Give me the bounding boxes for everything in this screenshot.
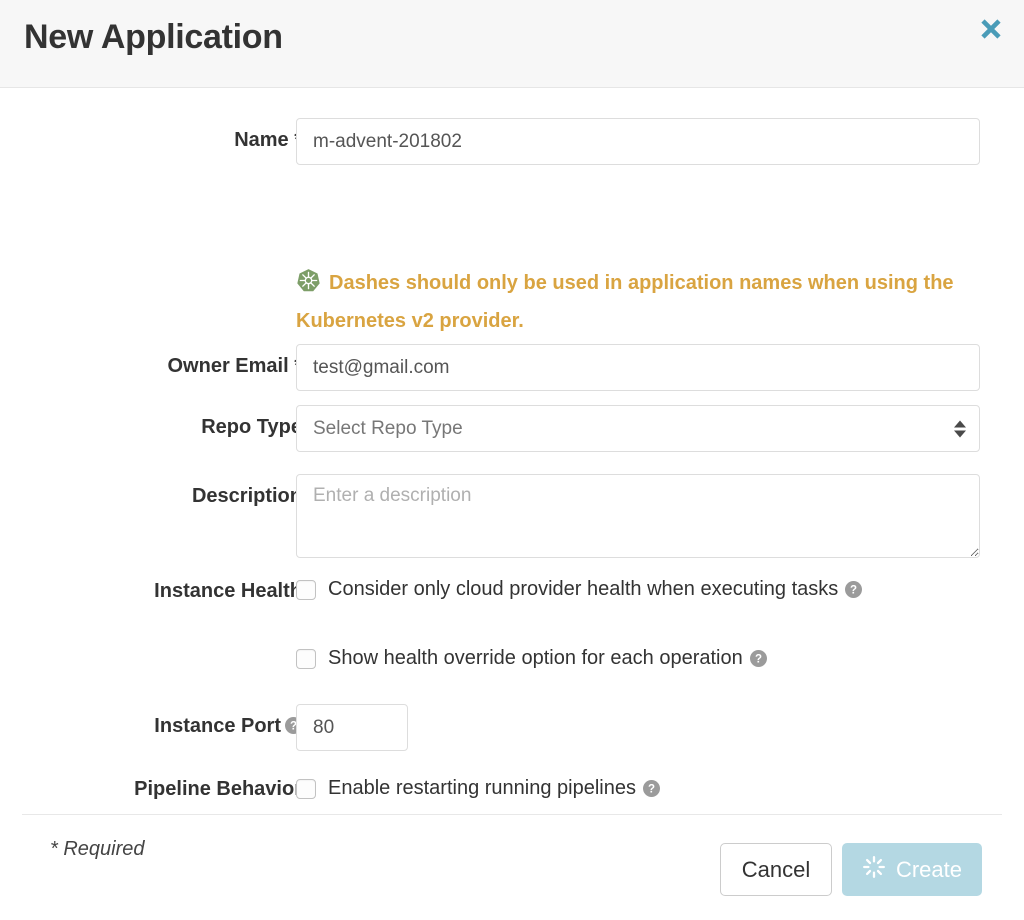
cloud-provider-health-label: Consider only cloud provider health when… — [328, 578, 839, 600]
instance-port-label-text: Instance Port — [154, 715, 281, 737]
page-title: New Application — [24, 18, 283, 56]
owner-email-field-wrap — [296, 344, 980, 391]
description-textarea[interactable] — [296, 474, 980, 558]
checkbox-row-health-override[interactable]: Show health override option for each ope… — [296, 647, 767, 670]
instance-port-input[interactable] — [296, 704, 408, 751]
spinner-icon — [862, 855, 886, 885]
footer-divider — [22, 814, 1002, 815]
description-label: Description — [191, 485, 302, 507]
repo-type-field-wrap: Select Repo Type — [296, 405, 980, 452]
name-warning-text: Dashes should only be used in applicatio… — [296, 272, 954, 332]
cancel-button[interactable]: Cancel — [720, 843, 832, 896]
name-field-wrap — [296, 118, 980, 165]
kubernetes-icon — [296, 268, 321, 304]
new-application-modal: New Application Name * m-advent-201802 D… — [0, 0, 1024, 920]
name-warning-message: Dashes should only be used in applicatio… — [296, 266, 986, 338]
instance-port-label: Instance Port ? — [12, 715, 302, 738]
help-icon[interactable]: ? — [845, 581, 863, 598]
cancel-button-label: Cancel — [741, 856, 811, 882]
help-icon[interactable]: ? — [749, 650, 767, 667]
close-icon — [978, 16, 1004, 42]
name-input[interactable] — [296, 118, 980, 165]
checkbox-row-cloud-provider-health[interactable]: Consider only cloud provider health when… — [296, 578, 863, 601]
instance-health-label: Instance Health — [154, 580, 302, 602]
owner-email-input[interactable] — [296, 344, 980, 391]
pipeline-behavior-label: Pipeline Behavior — [134, 778, 302, 800]
svg-text:?: ? — [755, 654, 762, 666]
restart-pipelines-label: Enable restarting running pipelines — [328, 777, 636, 799]
create-button[interactable]: Create — [842, 843, 982, 896]
health-override-label: Show health override option for each ope… — [328, 647, 743, 669]
close-button[interactable] — [974, 12, 1008, 46]
svg-text:?: ? — [850, 585, 857, 597]
description-field-wrap — [296, 474, 980, 563]
restart-pipelines-checkbox[interactable] — [296, 778, 316, 799]
svg-text:?: ? — [648, 784, 655, 796]
help-icon[interactable]: ? — [642, 780, 660, 797]
create-button-label: Create — [895, 856, 963, 882]
modal-body: Name * m-advent-201802 Dashes should onl… — [0, 88, 1024, 860]
owner-email-label: Owner Email * — [167, 355, 303, 377]
instance-port-field-wrap — [296, 704, 408, 751]
modal-footer: Cancel Create — [0, 814, 1024, 920]
modal-header: New Application — [0, 0, 1024, 88]
cloud-provider-health-checkbox[interactable] — [296, 579, 316, 600]
repo-type-label: Repo Type — [201, 416, 302, 438]
name-label: Name * — [234, 129, 302, 151]
checkbox-row-restart-pipelines[interactable]: Enable restarting running pipelines ? — [296, 777, 660, 800]
health-override-checkbox[interactable] — [296, 648, 316, 669]
repo-type-select[interactable]: Select Repo Type — [296, 405, 980, 452]
